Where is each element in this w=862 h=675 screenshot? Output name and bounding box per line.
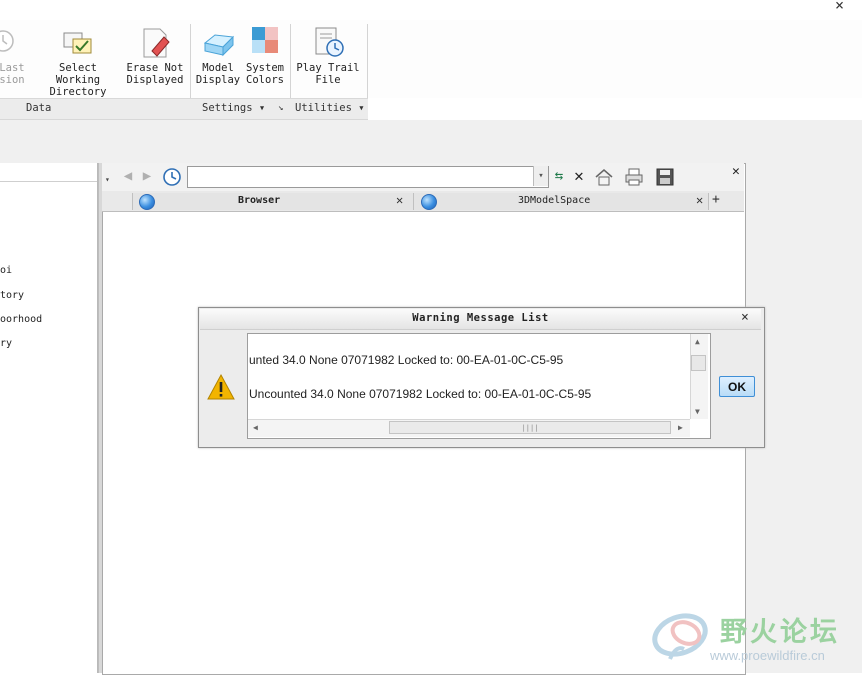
ribbon: Last sion Select Working Directory Erase… [0, 20, 862, 116]
scroll-left-icon[interactable]: ◀ [253, 423, 258, 432]
warning-icon [206, 373, 236, 401]
horizontal-scroll-thumb[interactable]: |||| [389, 421, 671, 434]
ribbon-label: sion [0, 74, 25, 86]
ribbon-label: System [246, 62, 284, 74]
ribbon-label: Colors [246, 74, 284, 86]
tree-item[interactable]: ry [0, 338, 12, 349]
ribbon-label: Displayed [126, 74, 184, 86]
play-trail-file-button[interactable]: Play Trail File [295, 25, 361, 86]
message-line: Uncounted 34.0 None 07071982 Locked to: … [249, 387, 592, 401]
history-icon[interactable] [162, 167, 181, 186]
ribbon-label: Play Trail [296, 62, 360, 74]
erase-not-displayed-button[interactable]: Erase Not Displayed [124, 25, 186, 86]
toolbar-dropdown-icon[interactable]: ▾ [105, 175, 110, 184]
tree-item[interactable]: tory [0, 290, 24, 301]
tree-item[interactable]: oorhood [0, 314, 42, 325]
ok-button[interactable]: OK [719, 376, 755, 397]
scroll-up-icon[interactable]: ▲ [695, 337, 700, 346]
tab-close-icon[interactable]: ✕ [696, 193, 703, 207]
tab-browser-label: Browser [238, 195, 281, 206]
ribbon-group-bar: Data Settings ▾ ↘ Utilities ▾ [0, 98, 368, 120]
save-icon[interactable] [655, 167, 674, 186]
back-arrow-icon[interactable]: ◀ [119, 167, 137, 185]
browser-close-icon[interactable]: ✕ [732, 164, 740, 179]
vertical-scroll-thumb[interactable] [691, 355, 706, 371]
refresh-icon[interactable]: ⇆ [550, 167, 568, 185]
stop-icon[interactable]: ✕ [570, 167, 588, 185]
model-tree-panel [0, 163, 98, 673]
message-line: unted 34.0 None 07071982 Locked to: 00-E… [249, 353, 564, 367]
ribbon-button-last-session[interactable]: Last sion [0, 25, 32, 86]
top-close-icon[interactable]: × [835, 0, 844, 14]
address-input[interactable] [187, 166, 549, 188]
globe-icon [421, 194, 437, 210]
eraser-icon [138, 25, 172, 59]
tab-3dmodelspace-label: 3DModelSpace [518, 195, 591, 206]
ribbon-label: Model [202, 62, 234, 74]
print-icon[interactable] [624, 167, 643, 186]
ribbon-label: Erase Not [126, 62, 184, 74]
system-colors-icon [248, 25, 282, 59]
play-trail-icon [311, 25, 345, 59]
select-working-directory-button[interactable]: Select Working Directory [34, 25, 122, 98]
scroll-right-icon[interactable]: ▶ [678, 423, 683, 432]
model-display-icon [201, 25, 235, 59]
folder-check-icon [61, 25, 95, 59]
home-icon[interactable] [594, 167, 613, 186]
model-tree-header [0, 163, 97, 182]
model-display-button[interactable]: Model Display [195, 25, 241, 86]
dialog-close-icon[interactable]: × [741, 310, 749, 325]
watermark-url: www.proewildfire.cn [710, 648, 825, 663]
trail-file-icon [0, 25, 29, 59]
address-dropdown-icon[interactable]: ▾ [533, 166, 548, 186]
forward-arrow-icon[interactable]: ▶ [138, 167, 156, 185]
watermark-text: 野火论坛 [720, 617, 840, 648]
group-settings-label[interactable]: Settings ▾ [202, 102, 265, 114]
add-tab-icon[interactable]: + [712, 192, 720, 207]
globe-icon [139, 194, 155, 210]
tree-item[interactable]: oi [0, 265, 12, 276]
tab-close-icon[interactable]: ✕ [396, 193, 403, 207]
ribbon-label: Last [0, 62, 25, 74]
scroll-down-icon[interactable]: ▼ [695, 407, 700, 416]
group-data-label[interactable]: Data [26, 102, 51, 114]
ribbon-label: Directory [49, 86, 107, 98]
ribbon-label: File [315, 74, 341, 86]
group-utilities-label[interactable]: Utilities ▾ [295, 102, 365, 114]
dialog-title: Warning Message List [412, 312, 549, 324]
ribbon-label: Select Working [55, 62, 101, 86]
system-colors-button[interactable]: System Colors [243, 25, 287, 86]
top-search-bar[interactable] [0, 0, 862, 21]
group-dialog-launcher-icon[interactable]: ↘ [278, 103, 283, 113]
ribbon-label: Display [195, 74, 241, 86]
